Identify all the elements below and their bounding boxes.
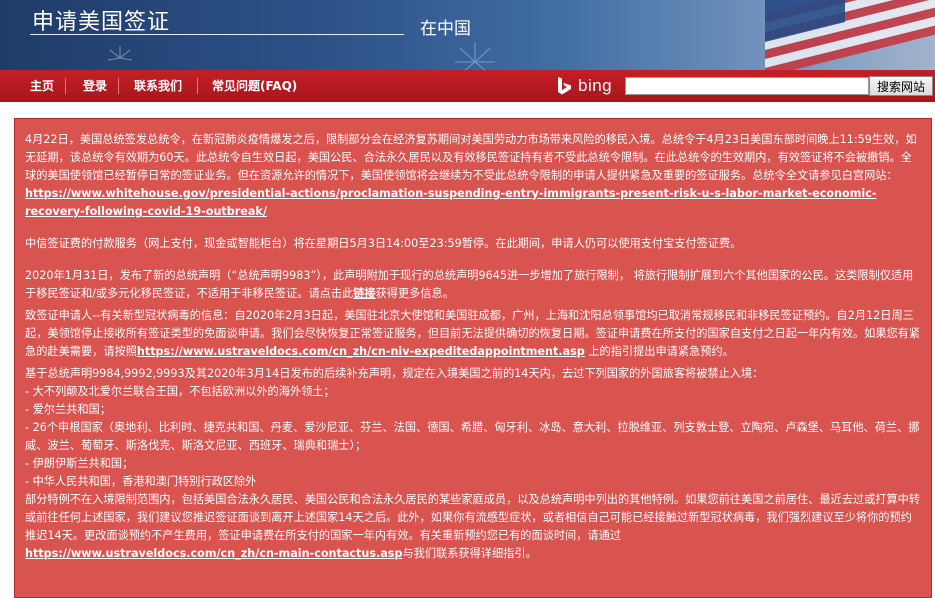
expedited-appointment-link[interactable]: https://www.ustraveldocs.com/cn_zh/cn-ni… [137, 345, 585, 358]
restricted-country-item: - 伊朗伊斯兰共和国； [25, 457, 134, 470]
alert-text: 4月22日，美国总统签发总统令，在新冠肺炎疫情爆发之后，限制部分会在经济复苏期间… [25, 133, 917, 182]
nav-faq[interactable]: 常见问题(FAQ) [212, 70, 297, 102]
bing-logo: bing [556, 75, 612, 97]
restricted-country-item: - 26个申根国家（奥地利、比利时、捷克共和国、丹麦、爱沙尼亚、芬兰、法国、德国… [25, 421, 920, 452]
covid-alert-box: 4月22日，美国总统签发总统令，在新冠肺炎疫情爆发之后，限制部分会在经济复苏期间… [14, 118, 932, 598]
alert-paragraph-entry-restrictions: 基于总统声明9984,9992,9993及其2020年3月14日发布的后续补充声… [25, 367, 764, 380]
bing-wordmark: bing [578, 76, 613, 95]
title-underline [30, 34, 404, 35]
more-info-link[interactable]: 链接 [353, 287, 375, 300]
header-banner: 申请美国签证 在中国 [0, 0, 935, 70]
alert-text: 与我们联系获得详细指引。 [402, 547, 537, 560]
alert-text: 上的指引提出申请紧急预约。 [584, 345, 734, 358]
bing-icon [558, 77, 571, 95]
alert-text: 获得更多信息。 [375, 287, 454, 300]
us-flag-graphic [765, 0, 935, 70]
main-nav: 主页 登录 联系我们 常见问题(FAQ) bing 搜索网站 [0, 70, 935, 102]
alert-text: 部分特例不在入境限制范围内，包括美国合法永久居民、美国公民和合法永久居民的某些家… [25, 493, 921, 542]
nav-login[interactable]: 登录 [83, 70, 107, 102]
nav-contact[interactable]: 联系我们 [134, 70, 182, 102]
nav-divider [65, 78, 66, 94]
restricted-country-item: - 大不列颠及北爱尔兰联合王国，不包括欧洲以外的海外领土； [25, 385, 335, 398]
restricted-country-item: - 中华人民共和国，香港和澳门特别行政区除外 [25, 475, 257, 488]
search-button[interactable]: 搜索网站 [869, 76, 933, 96]
site-title: 申请美国签证 [32, 10, 171, 35]
restricted-country-item: - 爱尔兰共和国； [25, 403, 111, 416]
alert-paragraph-coronavirus: 致签证申请人--有关新型冠状病毒的信息：自2020年2月3日起，美国驻北京大使馆… [25, 307, 921, 361]
nav-divider [118, 78, 119, 94]
alert-paragraph-proclamation: 4月22日，美国总统签发总统令，在新冠肺炎疫情爆发之后，限制部分会在经济复苏期间… [25, 131, 921, 221]
contact-us-link[interactable]: https://www.ustraveldocs.com/cn_zh/cn-ma… [25, 547, 402, 560]
alert-paragraph-travel-ban: 2020年1月31日，发布了新的总统声明（“总统声明9983”），此声明附加于现… [25, 267, 921, 303]
alert-paragraph-payment: 中信签证费的付款服务（网上支付，现金或智能柜台）将在星期日5月3日14:00至2… [25, 237, 742, 250]
whitehouse-link[interactable]: https://www.whitehouse.gov/presidential-… [25, 187, 876, 218]
search-input[interactable] [625, 77, 869, 95]
site-subtitle: 在中国 [420, 19, 471, 39]
alert-paragraph-exceptions: 部分特例不在入境限制范围内，包括美国合法永久居民、美国公民和合法永久居民的某些家… [25, 491, 921, 563]
alert-text: 2020年1月31日，发布了新的总统声明（“总统声明9983”），此声明附加于现… [25, 269, 914, 300]
nav-divider [197, 78, 198, 94]
nav-home[interactable]: 主页 [30, 70, 54, 102]
